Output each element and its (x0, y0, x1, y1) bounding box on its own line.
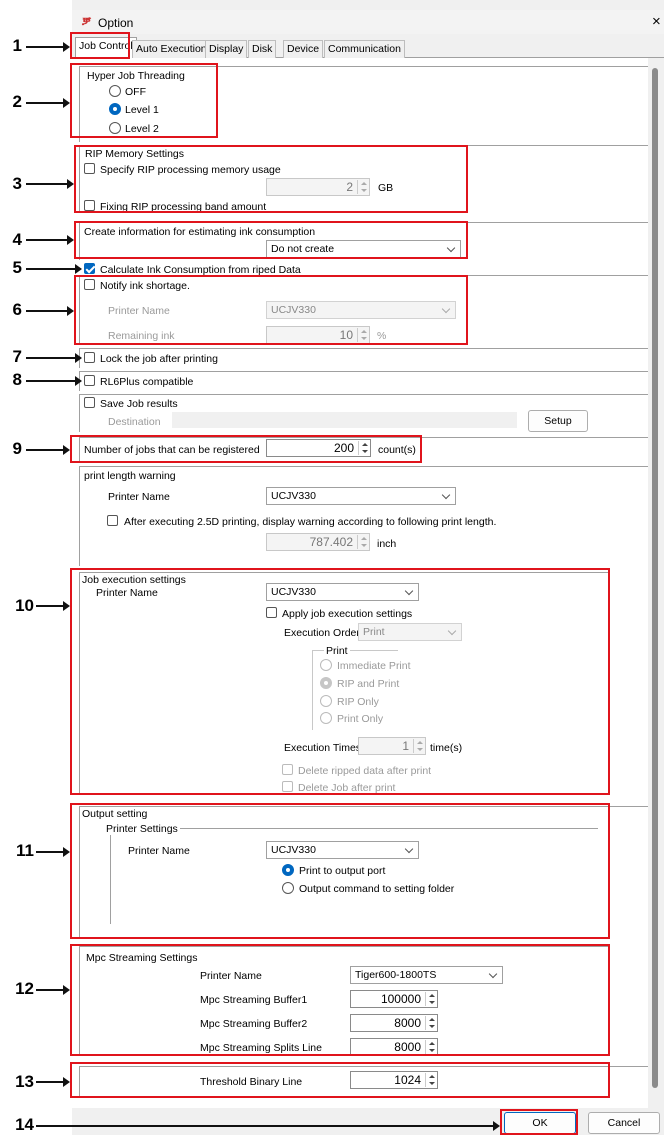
print-length-stepper[interactable]: 787.402 (266, 533, 370, 551)
callout-number-8: 8 (12, 370, 22, 389)
save-job-label: Save Job results (100, 398, 178, 410)
callout-box-1 (70, 32, 130, 59)
after-25d-label: After executing 2.5D printing, display w… (124, 516, 497, 528)
callout-arrow-1 (26, 42, 70, 52)
print-length-printer-label: Printer Name (108, 491, 170, 503)
print-length-unit: inch (377, 538, 397, 550)
callout-number-3: 3 (12, 174, 22, 193)
callout-number-13: 13 (15, 1072, 34, 1091)
print-length-printer-value: UCJV330 (271, 490, 316, 502)
callout-box-6 (74, 275, 468, 345)
callout-arrow-14 (36, 1121, 500, 1131)
callout-arrow-5 (26, 264, 82, 274)
callout-box-2 (70, 63, 218, 138)
callout-number-6: 6 (12, 300, 22, 319)
tab-auto-execution[interactable]: Auto Execution (132, 40, 211, 58)
rl6plus-label: RL6Plus compatible (100, 376, 194, 388)
callout-number-11: 11 (16, 841, 34, 860)
callout-number-1: 1 (12, 36, 22, 55)
callout-number-5: 5 (12, 258, 22, 277)
after-25d-checkbox[interactable] (107, 515, 118, 526)
tab-strip: Job Control Auto Execution Display Disk … (72, 36, 664, 59)
window-title: Option (98, 16, 134, 30)
destination-label: Destination (108, 416, 161, 428)
print-length-value: 787.402 (309, 535, 353, 549)
close-icon[interactable]: × (652, 13, 661, 30)
callout-arrow-4 (26, 235, 74, 245)
callout-arrow-3 (26, 179, 74, 189)
callout-number-2: 2 (12, 92, 22, 111)
callout-arrow-13 (36, 1077, 70, 1087)
callout-arrow-7 (26, 353, 82, 363)
destination-field (172, 412, 517, 428)
print-length-printer-select[interactable]: UCJV330 (266, 487, 456, 505)
callout-arrow-12 (36, 985, 70, 995)
rl6plus-checkbox[interactable] (84, 375, 95, 386)
print-length-title: print length warning (84, 470, 176, 482)
tab-communication[interactable]: Communication (324, 40, 405, 58)
tab-display[interactable]: Display (205, 40, 248, 58)
callout-number-7: 7 (12, 347, 22, 366)
title-bar: ቓ Option × (72, 10, 664, 34)
callout-box-13 (70, 1062, 610, 1098)
callout-number-4: 4 (12, 230, 22, 249)
callout-box-11 (70, 803, 610, 939)
callout-arrow-10 (36, 601, 70, 611)
lock-job-checkbox[interactable] (84, 352, 95, 363)
callout-number-9: 9 (12, 439, 22, 458)
callout-arrow-11 (36, 847, 70, 857)
callout-arrow-9 (26, 445, 70, 455)
setup-button[interactable]: Setup (528, 410, 588, 432)
chevron-down-icon (441, 490, 451, 500)
stepper-arrows-icon[interactable] (357, 535, 368, 549)
cancel-button[interactable]: Cancel (588, 1112, 660, 1134)
tab-disk[interactable]: Disk (248, 40, 277, 58)
callout-box-4 (74, 221, 468, 259)
callout-box-12 (70, 944, 610, 1056)
callout-number-12: 12 (15, 979, 34, 998)
lock-job-label: Lock the job after printing (100, 353, 218, 365)
callout-arrow-6 (26, 306, 74, 316)
callout-number-10: 10 (15, 596, 34, 615)
app-icon: ቓ (82, 14, 91, 28)
callout-box-10 (70, 568, 610, 795)
callout-arrow-8 (26, 376, 82, 386)
callout-box-9 (70, 435, 422, 463)
callout-arrow-2 (26, 98, 70, 108)
callout-box-3 (74, 145, 468, 213)
vertical-scrollbar[interactable] (648, 58, 664, 1108)
calc-ink-checkbox[interactable] (84, 263, 95, 274)
callout-number-14: 14 (15, 1115, 34, 1134)
callout-box-14 (500, 1109, 578, 1135)
tab-device[interactable]: Device (283, 40, 324, 58)
save-job-checkbox[interactable] (84, 397, 95, 408)
scrollbar-thumb[interactable] (652, 68, 658, 1088)
